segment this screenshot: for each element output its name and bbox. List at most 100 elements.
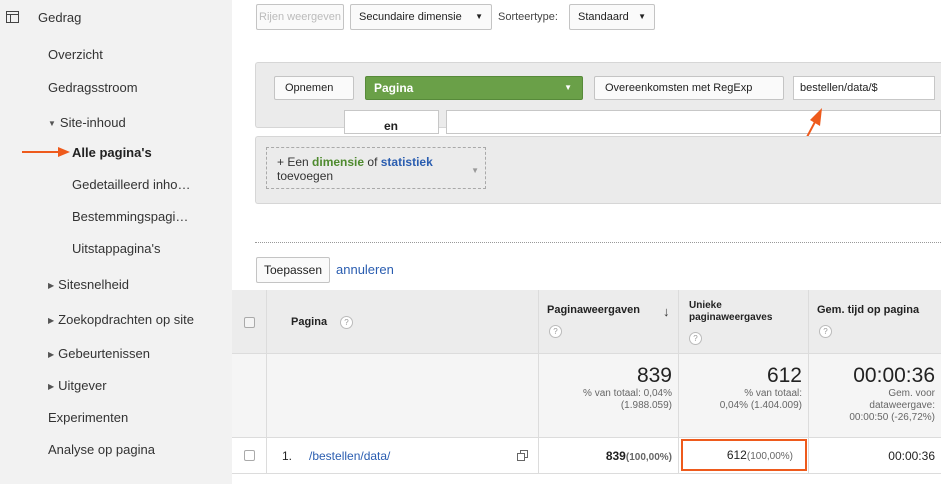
add-dimension-dim-link[interactable]: dimensie — [312, 155, 364, 169]
help-icon[interactable]: ? — [549, 325, 562, 338]
header-avg-time[interactable]: Gem. tijd op pagina ? — [809, 290, 941, 354]
help-icon[interactable]: ? — [689, 332, 702, 345]
sidebar-item-alle-paginas[interactable]: Alle pagina's — [72, 145, 152, 160]
row-unique: 612(100,00%) — [679, 438, 809, 474]
summary-blank — [232, 354, 267, 438]
summary-avg-time: 00:00:36 Gem. voor dataweergave: 00:00:5… — [809, 354, 941, 438]
row-checkbox[interactable] — [244, 450, 255, 461]
triangle-right-icon: ▶ — [48, 281, 55, 290]
apply-button[interactable]: Toepassen — [256, 257, 330, 283]
row-pageviews: 839(100,00%) — [539, 438, 679, 474]
sidebar-item-label: Zoekopdrachten op site — [58, 312, 195, 327]
row-avg-time: 00:00:36 — [809, 438, 941, 474]
cancel-link[interactable]: annuleren — [336, 262, 394, 277]
sidebar-item-uitstappaginas[interactable]: Uitstappagina's — [72, 241, 160, 256]
sidebar-item-sitesnelheid[interactable]: ▶ Sitesnelheid — [48, 277, 129, 292]
triangle-down-icon: ▼ — [48, 119, 56, 128]
summary-avg-time-label1: Gem. voor — [888, 388, 935, 399]
dropdown-arrow-icon: ▼ — [471, 166, 479, 175]
open-external-icon[interactable] — [517, 450, 528, 461]
summary-avg-time-label3: 00:00:50 (-26,72%) — [849, 412, 935, 423]
select-all-checkbox[interactable] — [244, 317, 255, 328]
rows-button[interactable]: Rijen weergeven — [256, 4, 344, 30]
row-checkbox-cell — [232, 438, 267, 474]
main-content: Rijen weergeven Secundaire dimensie ▼ So… — [232, 0, 941, 484]
sort-type-value: Standaard — [578, 11, 629, 23]
sidebar-item-uitgever[interactable]: ▶ Uitgever — [48, 378, 107, 393]
help-icon[interactable]: ? — [340, 316, 353, 329]
header-pageviews-label: Paginaweergaven — [547, 304, 640, 316]
sidebar-item-gedragsstroom[interactable]: Gedragsstroom — [48, 80, 138, 95]
row-pageviews-value: 839 — [605, 449, 626, 463]
match-type-select[interactable]: Overeenkomsten met RegExp — [594, 76, 784, 100]
row-unique-value: 612 — [726, 448, 747, 462]
summary-unique-total: 0,04% (1.404.009) — [719, 400, 802, 411]
row-avg-time-value: 00:00:36 — [888, 449, 935, 463]
summary-pageviews-total: (1.988.059) — [620, 400, 672, 411]
summary-avg-time-label2: dataweergave: — [869, 400, 935, 411]
triangle-right-icon: ▶ — [48, 316, 55, 325]
sidebar-item-gedetailleerd[interactable]: Gedetailleerd inho… — [72, 177, 191, 192]
help-icon[interactable]: ? — [819, 325, 832, 338]
sidebar-item-zoekopdrachten[interactable]: ▶ Zoekopdrachten op site — [48, 312, 194, 327]
header-page-label: Pagina — [291, 316, 328, 328]
summary-unique-value: 612 — [766, 364, 802, 387]
summary-avg-time-value: 00:00:36 — [853, 364, 935, 387]
header-unique[interactable]: Unieke paginaweergaves ? — [679, 290, 809, 354]
filter-expression-input[interactable]: bestellen/data/$ — [793, 76, 935, 100]
sidebar: Gedrag Overzicht Gedragsstroom ▼ Site-inh… — [0, 0, 232, 484]
sort-desc-icon: ↓ — [663, 304, 670, 319]
include-select[interactable]: Opnemen — [274, 76, 354, 100]
triangle-right-icon: ▶ — [48, 382, 55, 391]
row-index: 1. — [282, 449, 293, 463]
summary-pageviews-value: 839 — [636, 364, 672, 387]
sidebar-section-label: Gedrag — [38, 10, 82, 25]
sidebar-item-experimenten[interactable]: Experimenten — [48, 410, 128, 425]
triangle-right-icon: ▶ — [48, 350, 55, 359]
highlight-box: 612(100,00%) — [681, 439, 807, 471]
dropdown-arrow-icon: ▼ — [638, 12, 646, 21]
sidebar-item-overzicht[interactable]: Overzicht — [48, 47, 103, 62]
table-row: 1. /bestellen/data/ — [267, 438, 539, 474]
add-dimension-of: of — [364, 155, 381, 169]
add-dimension-button[interactable]: + Een dimensie of statistiek toevoegen ▼ — [266, 147, 486, 189]
add-dimension-stat-link[interactable]: statistiek — [381, 155, 433, 169]
sidebar-item-label: Gebeurtenissen — [58, 346, 150, 361]
and-label: en — [384, 119, 399, 133]
dimension-select-value: Pagina — [374, 81, 414, 95]
summary-unique: 612 % van totaal: 0,04% (1.404.009) — [679, 354, 809, 438]
additional-filter-input[interactable] — [446, 110, 941, 134]
add-dimension-prefix: + Een — [277, 155, 313, 169]
secondary-dimension-label: Secundaire dimensie — [359, 11, 462, 23]
row-page-link[interactable]: /bestellen/data/ — [309, 449, 390, 463]
header-unique-label: Unieke paginaweergaves — [689, 300, 773, 323]
behavior-icon — [6, 11, 19, 23]
header-checkbox-cell — [232, 290, 267, 354]
sidebar-item-label: Uitgever — [58, 378, 107, 393]
sidebar-item-site-inhoud[interactable]: ▼ Site-inhoud — [48, 115, 126, 130]
summary-pageviews: 839 % van totaal: 0,04% (1.988.059) — [539, 354, 679, 438]
sort-type-select[interactable]: Standaard ▼ — [569, 4, 655, 30]
sidebar-item-label: Site-inhoud — [59, 115, 126, 130]
header-avg-time-label: Gem. tijd op pagina — [817, 304, 920, 316]
dropdown-arrow-icon: ▼ — [564, 83, 572, 92]
divider — [255, 242, 941, 243]
dimension-select[interactable]: Pagina ▼ — [365, 76, 583, 100]
header-page[interactable]: Pagina ? — [267, 290, 539, 354]
sidebar-item-gebeurtenissen[interactable]: ▶ Gebeurtenissen — [48, 346, 150, 361]
summary-unique-pct: % van totaal: — [744, 388, 802, 399]
summary-page — [267, 354, 539, 438]
row-pageviews-pct: (100,00%) — [625, 452, 672, 463]
row-unique-pct: (100,00%) — [746, 451, 793, 462]
header-pageviews[interactable]: Paginaweergaven ↓ ? — [539, 290, 679, 354]
secondary-dimension-select[interactable]: Secundaire dimensie ▼ — [350, 4, 492, 30]
sidebar-item-bestemmingspaginas[interactable]: Bestemmingspagi… — [72, 209, 188, 224]
sidebar-section-header[interactable]: Gedrag — [0, 0, 232, 36]
add-dimension-suffix: toevoegen — [277, 169, 334, 183]
sidebar-item-analyse-op-pagina[interactable]: Analyse op pagina — [48, 442, 155, 457]
annotation-arrow-icon — [22, 147, 70, 157]
summary-pageviews-pct: % van totaal: 0,04% — [583, 388, 672, 399]
sort-label: Sorteertype: — [498, 11, 558, 23]
sidebar-item-label: Sitesnelheid — [58, 277, 129, 292]
dropdown-arrow-icon: ▼ — [475, 12, 483, 21]
